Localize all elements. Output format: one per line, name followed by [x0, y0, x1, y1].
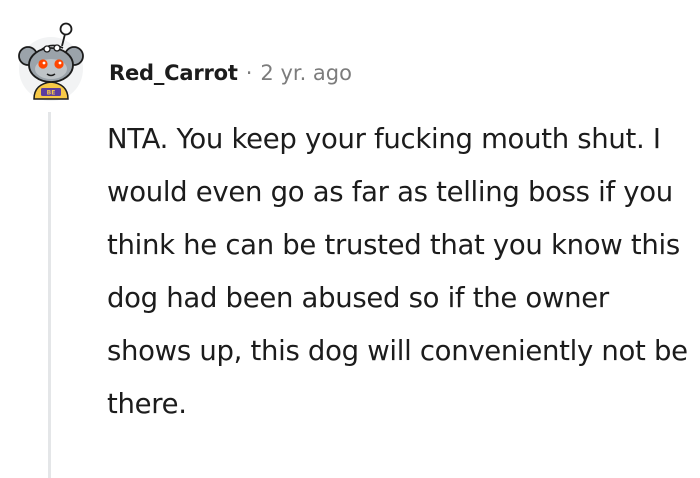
comment-meta: Red_Carrot · 2 yr. ago — [109, 58, 352, 88]
comment-body: NTA. You keep your fucking mouth shut. I… — [107, 123, 688, 420]
thread-line[interactable] — [48, 112, 51, 478]
timestamp[interactable]: 2 yr. ago — [260, 61, 352, 85]
comment: BE Red_Carrot · 2 yr. ago NTA. You keep — [0, 0, 700, 478]
snoo-avatar-icon: BE — [18, 22, 84, 101]
avatar[interactable]: BE — [18, 20, 84, 102]
username-link[interactable]: Red_Carrot — [109, 61, 238, 85]
svg-text:BE: BE — [47, 90, 56, 97]
meta-separator: · — [245, 61, 253, 85]
